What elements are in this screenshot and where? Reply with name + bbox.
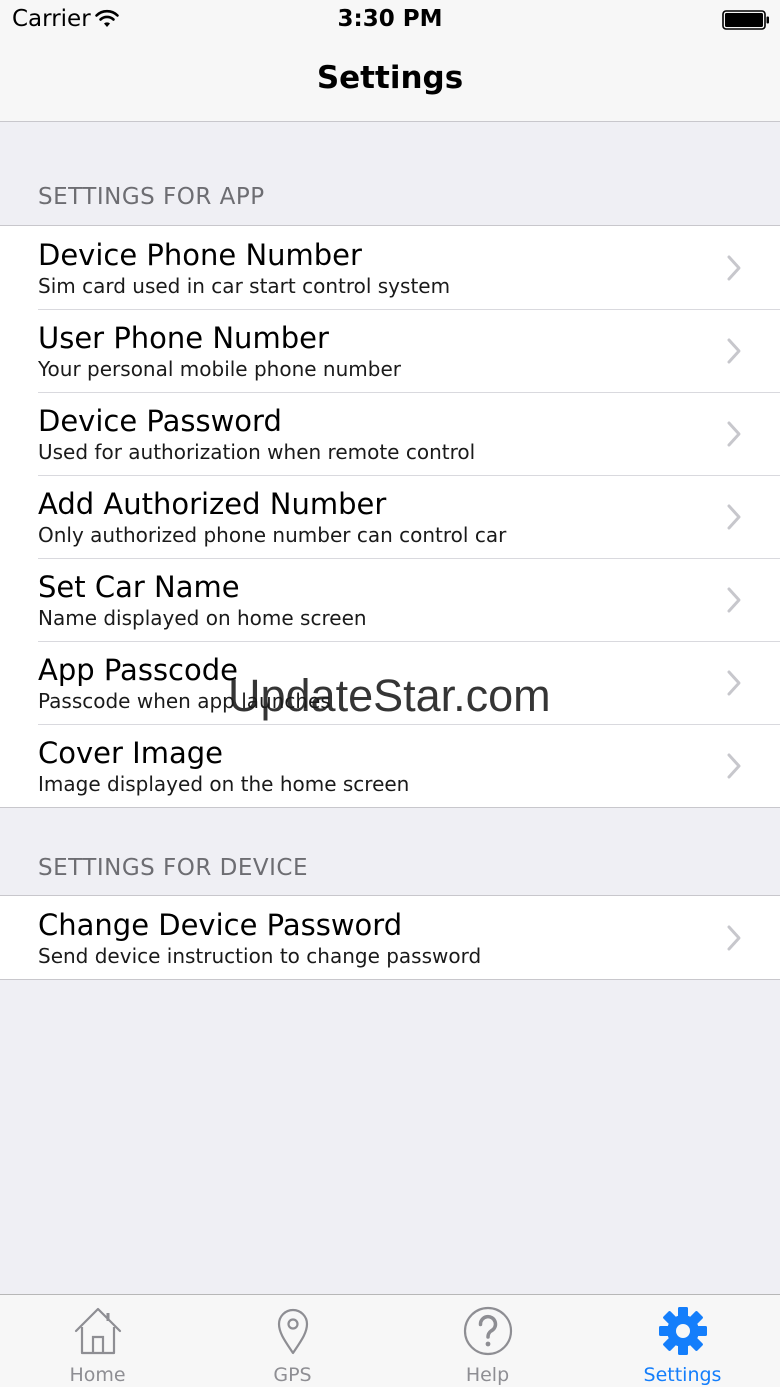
chevron-right-icon bbox=[727, 753, 741, 779]
row-subtitle: Send device instruction to change passwo… bbox=[38, 944, 482, 968]
home-icon bbox=[74, 1307, 121, 1355]
tab-help[interactable]: Help bbox=[390, 1295, 585, 1387]
gear-icon bbox=[658, 1307, 707, 1355]
chevron-right-icon bbox=[727, 670, 741, 696]
question-circle-icon bbox=[463, 1306, 512, 1356]
row-user-phone-number[interactable]: User Phone Number Your personal mobile p… bbox=[0, 309, 780, 392]
section-header-device: SETTINGS FOR DEVICE bbox=[38, 855, 309, 881]
chevron-right-icon bbox=[727, 338, 741, 364]
row-title: Device Password bbox=[38, 404, 282, 438]
row-set-car-name[interactable]: Set Car Name Name displayed on home scre… bbox=[0, 558, 780, 641]
row-title: App Passcode bbox=[38, 653, 238, 687]
chevron-right-icon bbox=[727, 421, 741, 447]
map-pin-icon bbox=[277, 1308, 308, 1355]
row-title: Change Device Password bbox=[38, 908, 403, 942]
tab-bar: Home GPS Help Settings bbox=[0, 1294, 780, 1387]
settings-group-device: Change Device Password Send device instr… bbox=[0, 895, 780, 980]
row-device-password[interactable]: Device Password Used for authorization w… bbox=[0, 392, 780, 475]
tab-label: GPS bbox=[273, 1364, 312, 1386]
battery-icon bbox=[722, 10, 769, 30]
row-add-authorized-number[interactable]: Add Authorized Number Only authorized ph… bbox=[0, 475, 780, 558]
row-title: Device Phone Number bbox=[38, 238, 362, 272]
row-title: Cover Image bbox=[38, 736, 223, 770]
row-title: Set Car Name bbox=[38, 570, 240, 604]
row-cover-image[interactable]: Cover Image Image displayed on the home … bbox=[0, 724, 780, 807]
section-header-app: SETTINGS FOR APP bbox=[38, 184, 265, 210]
settings-group-app: Device Phone Number Sim card used in car… bbox=[0, 225, 780, 808]
tab-label: Settings bbox=[643, 1364, 722, 1386]
row-subtitle: Image displayed on the home screen bbox=[38, 772, 410, 796]
tab-gps[interactable]: GPS bbox=[195, 1295, 390, 1387]
status-time: 3:30 PM bbox=[337, 6, 443, 32]
tab-home[interactable]: Home bbox=[0, 1295, 195, 1387]
row-subtitle: Your personal mobile phone number bbox=[38, 357, 401, 381]
chevron-right-icon bbox=[727, 255, 741, 281]
row-subtitle: Passcode when app launches bbox=[38, 689, 331, 713]
chevron-right-icon bbox=[727, 925, 741, 951]
row-device-phone-number[interactable]: Device Phone Number Sim card used in car… bbox=[0, 226, 780, 309]
tab-label: Home bbox=[69, 1364, 126, 1386]
navigation-bar: Settings bbox=[0, 40, 780, 122]
row-subtitle: Only authorized phone number can control… bbox=[38, 523, 507, 547]
row-app-passcode[interactable]: App Passcode Passcode when app launches bbox=[0, 641, 780, 724]
row-subtitle: Used for authorization when remote contr… bbox=[38, 440, 476, 464]
page-title: Settings bbox=[316, 60, 464, 96]
row-title: Add Authorized Number bbox=[38, 487, 387, 521]
tab-settings[interactable]: Settings bbox=[585, 1295, 780, 1387]
chevron-right-icon bbox=[727, 504, 741, 530]
status-bar: Carrier 3:30 PM bbox=[0, 0, 780, 40]
row-subtitle: Sim card used in car start control syste… bbox=[38, 274, 451, 298]
tab-label: Help bbox=[465, 1364, 510, 1386]
row-title: User Phone Number bbox=[38, 321, 329, 355]
chevron-right-icon bbox=[727, 587, 741, 613]
row-subtitle: Name displayed on home screen bbox=[38, 606, 367, 630]
row-change-device-password[interactable]: Change Device Password Send device instr… bbox=[0, 896, 780, 979]
